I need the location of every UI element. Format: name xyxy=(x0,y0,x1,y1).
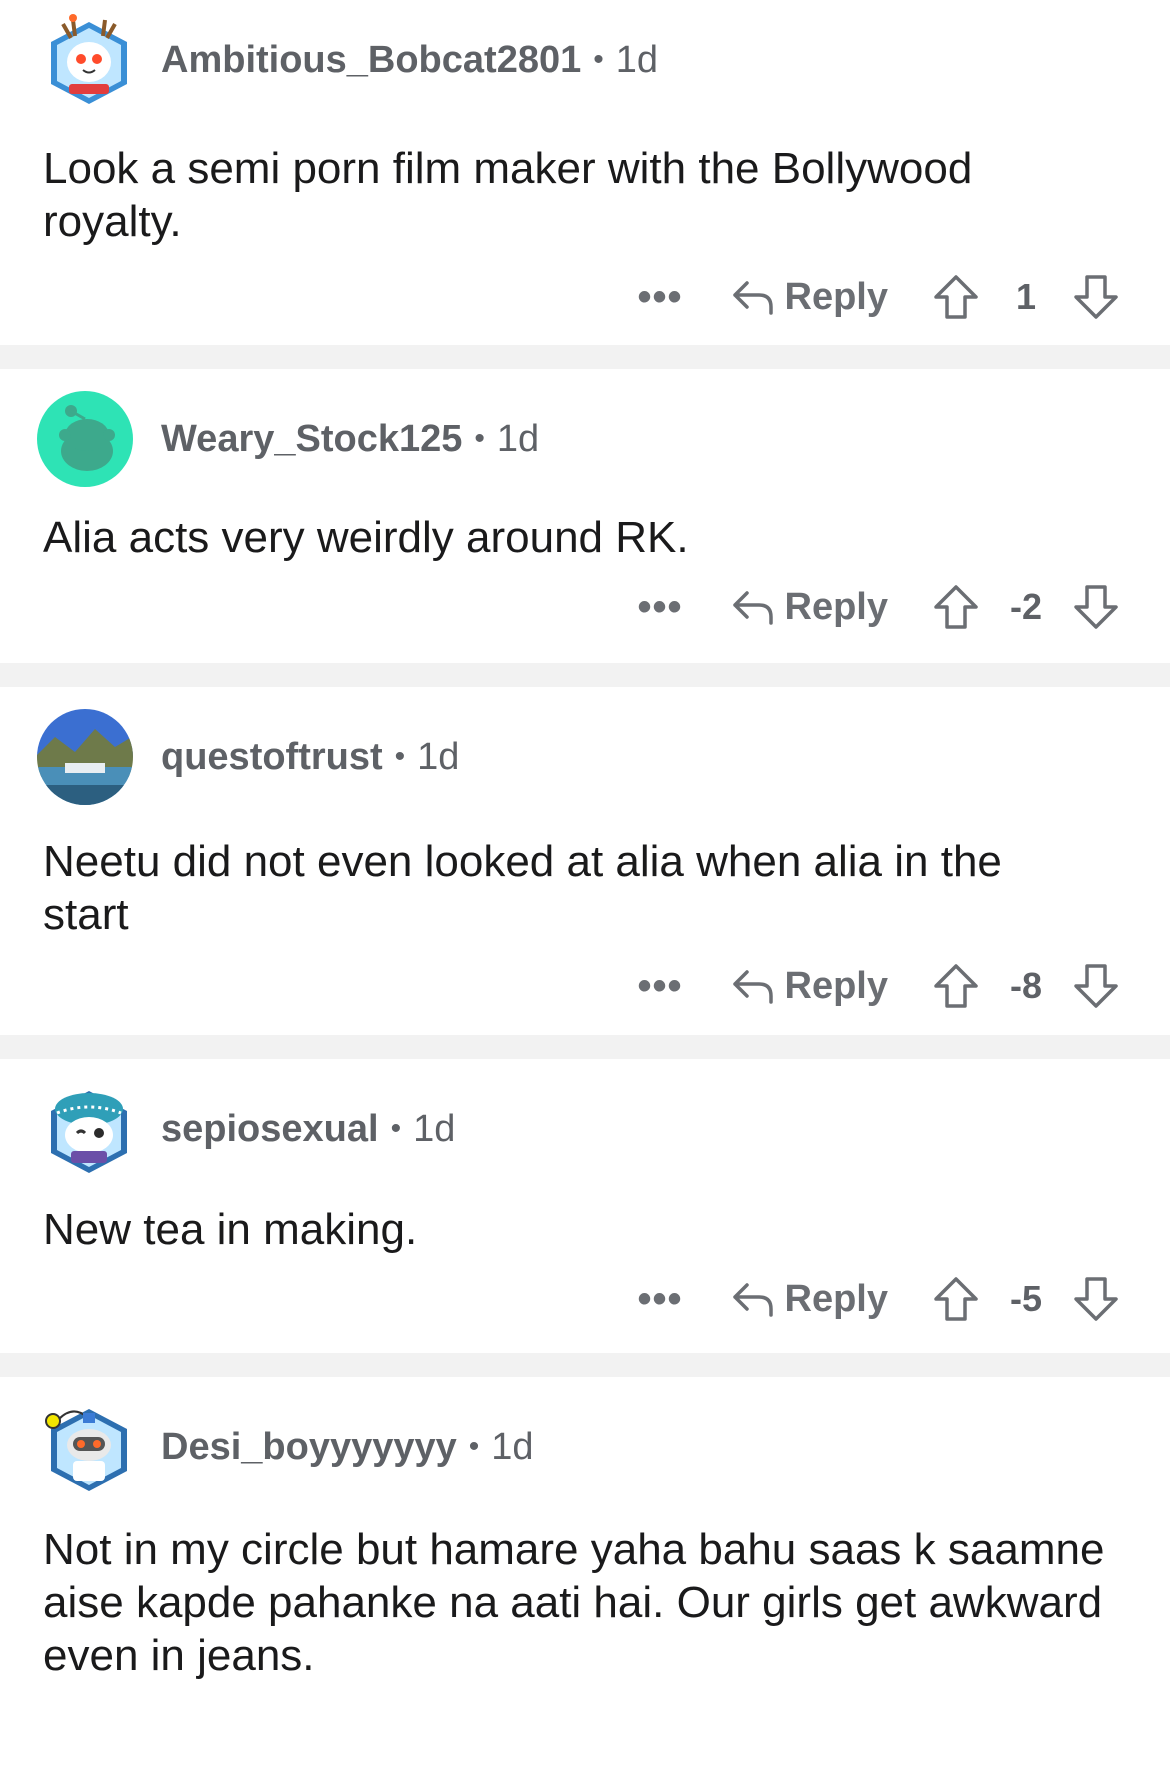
comment-header: Weary_Stock125 • 1d xyxy=(37,391,1120,487)
user-avatar[interactable] xyxy=(43,1083,135,1175)
comment-age: 1d xyxy=(491,1425,534,1468)
comment-actions: ••• Reply -8 xyxy=(43,941,1120,1031)
comment-body: Alia acts very weirdly around RK. xyxy=(43,513,689,562)
comment-feed: Ambitious_Bobcat2801 • 1d Look a semi po… xyxy=(0,0,1170,1777)
comment-header: Desi_boyyyyyyy • 1d xyxy=(43,1399,1120,1495)
comment-age: 1d xyxy=(615,38,659,81)
reply-label: Reply xyxy=(784,275,888,318)
comment-header: Ambitious_Bobcat2801 • 1d xyxy=(43,12,1120,108)
downvote-arrow-icon[interactable] xyxy=(1072,962,1120,1010)
vote-controls: -2 xyxy=(932,583,1120,631)
comment-divider xyxy=(0,663,1170,687)
user-avatar[interactable] xyxy=(35,389,135,489)
comment-meta: Weary_Stock125 • 1d xyxy=(161,418,539,461)
comment-meta: Ambitious_Bobcat2801 • 1d xyxy=(161,39,658,82)
comment-header: questoftrust • 1d xyxy=(37,709,1120,805)
upvote-arrow-icon[interactable] xyxy=(932,273,980,321)
username[interactable]: Desi_boyyyyyyy xyxy=(161,1426,457,1469)
comment-divider xyxy=(0,345,1170,369)
comment: Desi_boyyyyyyy • 1d Not in my circle but… xyxy=(0,1377,1170,1777)
vote-controls: 1 xyxy=(932,273,1120,321)
separator-dot: • xyxy=(468,1430,480,1463)
reply-arrow-icon xyxy=(731,966,775,1006)
comment: Ambitious_Bobcat2801 • 1d Look a semi po… xyxy=(0,0,1170,345)
vote-score: -8 xyxy=(1009,965,1042,1006)
comment-age: 1d xyxy=(417,735,460,778)
more-options-icon[interactable]: ••• xyxy=(638,1279,683,1319)
reply-button[interactable]: Reply xyxy=(731,965,888,1008)
downvote-arrow-icon[interactable] xyxy=(1072,583,1120,631)
user-avatar[interactable] xyxy=(43,14,135,106)
reply-label: Reply xyxy=(784,585,888,628)
separator-dot: • xyxy=(474,422,485,455)
comment: Weary_Stock125 • 1d Alia acts very weird… xyxy=(0,369,1170,663)
vote-score: -5 xyxy=(1009,1278,1042,1319)
username[interactable]: questoftrust xyxy=(161,736,383,779)
reply-button[interactable]: Reply xyxy=(731,586,888,629)
comment-body: Not in my circle but hamare yaha bahu sa… xyxy=(43,1525,1105,1680)
comment-header: sepiosexual • 1d xyxy=(43,1081,1120,1177)
comment-age: 1d xyxy=(413,1107,456,1150)
reply-button[interactable]: Reply xyxy=(731,1278,888,1321)
comment-meta: questoftrust • 1d xyxy=(161,736,459,779)
upvote-arrow-icon[interactable] xyxy=(932,1275,980,1323)
comment-actions: ••• Reply 1 xyxy=(43,252,1120,342)
more-options-icon[interactable]: ••• xyxy=(638,587,683,627)
vote-score: -2 xyxy=(1009,586,1042,627)
reply-button[interactable]: Reply xyxy=(731,276,888,319)
reply-label: Reply xyxy=(784,964,888,1007)
reply-arrow-icon xyxy=(731,277,775,317)
user-avatar[interactable] xyxy=(43,1401,135,1493)
more-options-icon[interactable]: ••• xyxy=(638,277,683,317)
comment-body: Neetu did not even looked at alia when a… xyxy=(43,837,1002,939)
comment-age: 1d xyxy=(496,417,540,460)
comment-meta: Desi_boyyyyyyy • 1d xyxy=(161,1426,534,1469)
vote-controls: -8 xyxy=(932,962,1120,1010)
comment-divider xyxy=(0,1035,1170,1059)
more-options-icon[interactable]: ••• xyxy=(638,966,683,1006)
user-avatar[interactable] xyxy=(35,707,135,807)
vote-controls: -5 xyxy=(932,1275,1120,1323)
separator-dot: • xyxy=(593,43,604,76)
downvote-arrow-icon[interactable] xyxy=(1072,1275,1120,1323)
comment-actions: ••• Reply -2 xyxy=(43,562,1120,652)
downvote-arrow-icon[interactable] xyxy=(1072,273,1120,321)
comment-divider xyxy=(0,1353,1170,1377)
comment-body: Look a semi porn film maker with the Bol… xyxy=(43,144,973,246)
username[interactable]: sepiosexual xyxy=(161,1108,379,1151)
upvote-arrow-icon[interactable] xyxy=(932,583,980,631)
reply-label: Reply xyxy=(784,1277,888,1320)
username[interactable]: Weary_Stock125 xyxy=(161,418,462,461)
reply-arrow-icon xyxy=(731,587,775,627)
comment-meta: sepiosexual • 1d xyxy=(161,1108,455,1151)
reply-arrow-icon xyxy=(731,1279,775,1319)
separator-dot: • xyxy=(394,740,406,773)
separator-dot: • xyxy=(390,1112,402,1145)
vote-score: 1 xyxy=(1015,276,1037,317)
comment: sepiosexual • 1d New tea in making. ••• … xyxy=(0,1059,1170,1353)
comment-body: New tea in making. xyxy=(43,1205,418,1254)
username[interactable]: Ambitious_Bobcat2801 xyxy=(161,39,581,82)
comment: questoftrust • 1d Neetu did not even loo… xyxy=(0,687,1170,1035)
comment-actions: ••• Reply -5 xyxy=(43,1254,1120,1344)
upvote-arrow-icon[interactable] xyxy=(932,962,980,1010)
